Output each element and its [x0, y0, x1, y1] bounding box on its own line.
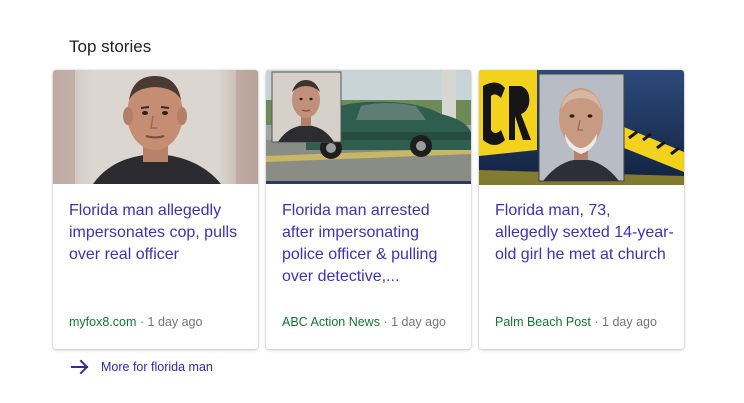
story-source-2: ABC Action News — [282, 315, 380, 329]
story-card-3[interactable]: Florida man, 73, allegedly sexted 14-yea… — [479, 70, 684, 349]
meta-separator: · — [594, 315, 603, 329]
story-headline-3[interactable]: Florida man, 73, allegedly sexted 14-yea… — [495, 200, 675, 266]
mugshot-image — [53, 70, 258, 184]
arrow-right-icon — [71, 359, 89, 375]
story-headline-1[interactable]: Florida man allegedly impersonates cop, … — [69, 200, 249, 266]
story-meta-1: myfox8.com · 1 day ago — [69, 315, 202, 329]
more-stories-label: More for florida man — [101, 360, 213, 374]
more-stories-link[interactable]: More for florida man — [70, 356, 213, 378]
story-source-1: myfox8.com — [69, 315, 137, 329]
story-thumbnail-1[interactable] — [53, 70, 258, 184]
story-meta-2: ABC Action News · 1 day ago — [282, 315, 446, 329]
story-card-2[interactable]: Florida man arrested after impersonating… — [266, 70, 471, 349]
section-title: Top stories — [69, 37, 152, 56]
story-thumbnail-3[interactable] — [479, 70, 684, 185]
story-thumbnail-2[interactable] — [266, 70, 471, 184]
crime-tape-mugshot-image — [479, 70, 684, 185]
story-source-3: Palm Beach Post — [495, 315, 591, 329]
story-time-2: 1 day ago — [391, 315, 447, 329]
meta-separator: · — [383, 315, 392, 329]
story-time-3: 1 day ago — [602, 315, 657, 329]
story-time-1: 1 day ago — [147, 315, 203, 329]
story-card-1[interactable]: Florida man allegedly impersonates cop, … — [53, 70, 258, 349]
car-and-mugshot-image — [266, 70, 471, 184]
meta-separator: · — [139, 315, 148, 329]
story-headline-2[interactable]: Florida man arrested after impersonating… — [282, 200, 462, 288]
story-meta-3: Palm Beach Post · 1 day ago — [495, 315, 657, 329]
